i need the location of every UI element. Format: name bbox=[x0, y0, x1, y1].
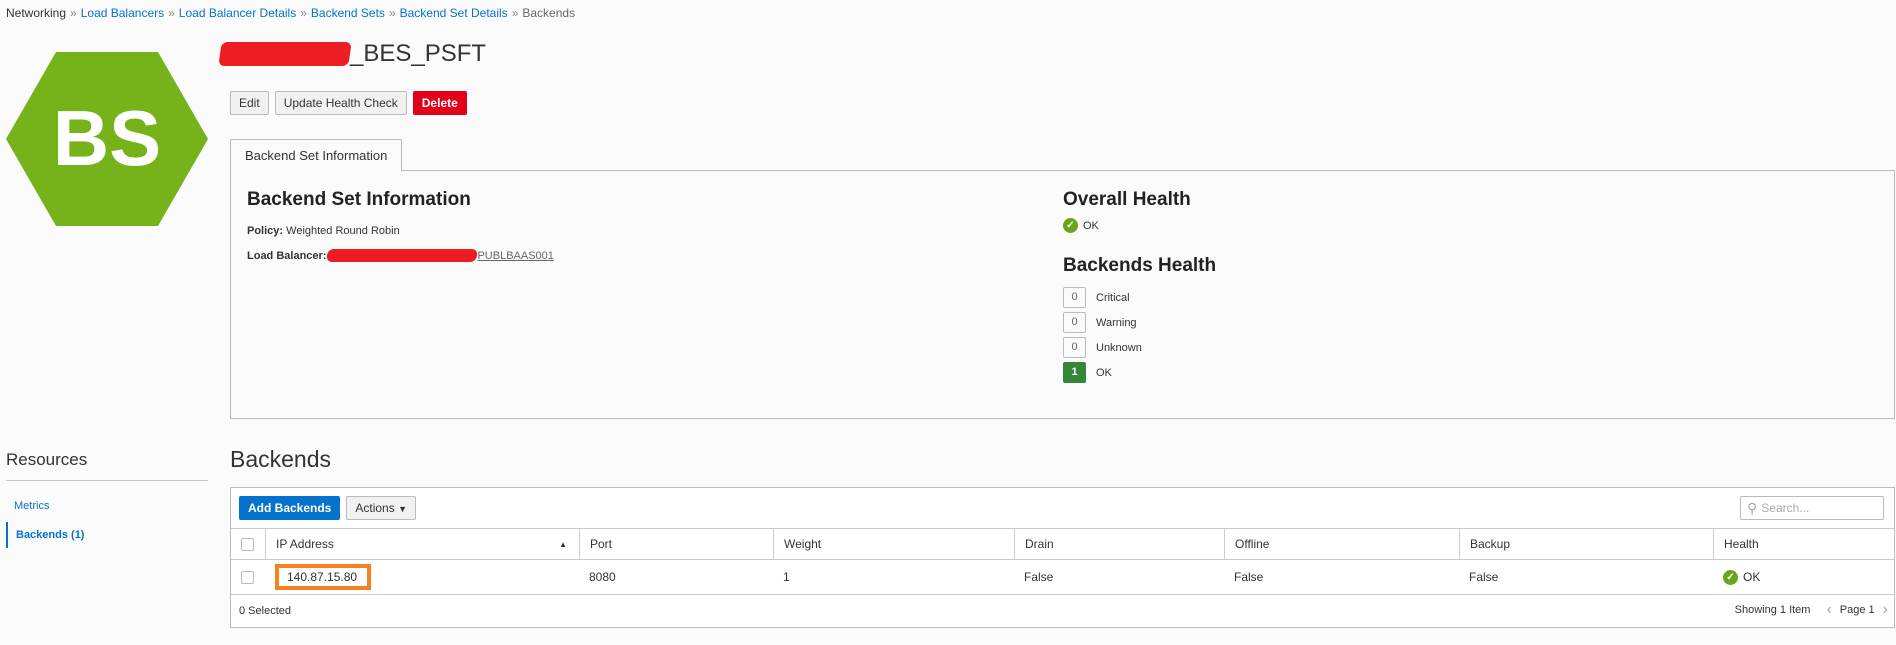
health-ok: 1 OK bbox=[1063, 360, 1142, 385]
info-heading: Backend Set Information bbox=[247, 189, 471, 210]
health-label: Unknown bbox=[1096, 341, 1142, 354]
lb-label: Load Balancer: bbox=[247, 249, 327, 262]
title-text: _BES_PSFT bbox=[350, 40, 487, 67]
separator: » bbox=[388, 6, 396, 20]
row-checkbox[interactable] bbox=[241, 570, 254, 584]
load-balancer-link[interactable]: PUBLBAAS001 bbox=[477, 250, 553, 262]
divider bbox=[6, 480, 208, 481]
caret-down-icon: ▼ bbox=[398, 504, 407, 514]
row-select-cell bbox=[231, 560, 265, 594]
sidebar-item-backends[interactable]: Backends (1) bbox=[6, 522, 84, 548]
check-circle-icon: ✓ bbox=[1063, 218, 1078, 233]
delete-button[interactable]: Delete bbox=[412, 91, 467, 115]
resources-heading: Resources bbox=[6, 450, 88, 469]
table-row: 140.87.15.80 8080 1 False False False ✓ O… bbox=[231, 560, 1894, 595]
edit-button[interactable]: Edit bbox=[230, 91, 269, 115]
count-badge: 0 bbox=[1063, 287, 1086, 308]
health-warning: 0 Warning bbox=[1063, 310, 1142, 335]
info-panel: Backend Set Information Policy: Weighted… bbox=[230, 170, 1895, 419]
policy-value: Weighted Round Robin bbox=[286, 225, 400, 237]
count-badge: 0 bbox=[1063, 312, 1086, 333]
breadcrumb-load-balancers[interactable]: Load Balancers bbox=[81, 6, 164, 20]
search-placeholder: Search... bbox=[1761, 501, 1810, 515]
breadcrumb-load-balancer-details[interactable]: Load Balancer Details bbox=[179, 6, 296, 20]
drain-cell: False bbox=[1024, 570, 1054, 584]
select-all-checkbox[interactable] bbox=[241, 537, 254, 551]
search-icon: ⚲ bbox=[1747, 499, 1758, 516]
col-backup[interactable]: Backup bbox=[1459, 529, 1713, 559]
weight-cell: 1 bbox=[783, 570, 790, 584]
health-value: OK bbox=[1743, 570, 1761, 584]
separator: » bbox=[70, 6, 77, 20]
redacted-lb bbox=[326, 249, 479, 262]
load-balancer-field: Load Balancer: PUBLBAAS001 bbox=[247, 249, 554, 262]
breadcrumb-networking: Networking bbox=[6, 6, 67, 20]
policy-label: Policy: bbox=[247, 225, 284, 237]
port-cell: 8080 bbox=[589, 570, 616, 584]
overall-health-heading: Overall Health bbox=[1063, 189, 1191, 210]
header-select-cell bbox=[231, 529, 265, 559]
logo-text: BS bbox=[53, 94, 161, 182]
policy-field: Policy: Weighted Round Robin bbox=[247, 225, 400, 237]
sidebar-item-metrics[interactable]: Metrics bbox=[6, 500, 49, 512]
health-label: OK bbox=[1096, 366, 1112, 379]
col-port[interactable]: Port bbox=[579, 529, 773, 559]
breadcrumb: Networking» Load Balancers» Load Balancer … bbox=[6, 6, 575, 20]
col-health[interactable]: Health bbox=[1713, 529, 1896, 559]
update-health-check-button[interactable]: Update Health Check bbox=[274, 91, 407, 115]
separator: » bbox=[300, 6, 307, 20]
page-indicator: Page 1 bbox=[1839, 604, 1875, 616]
health-label: Critical bbox=[1096, 291, 1130, 304]
col-drain[interactable]: Drain bbox=[1014, 529, 1224, 559]
health-label: Warning bbox=[1096, 316, 1137, 329]
backends-health-heading: Backends Health bbox=[1063, 255, 1217, 276]
breadcrumb-current: Backends bbox=[522, 6, 576, 20]
backend-set-logo: BS bbox=[6, 52, 208, 226]
backends-table: Add Backends Actions ▼ ⚲ Search... IP Add… bbox=[230, 487, 1895, 628]
separator: » bbox=[511, 6, 519, 20]
redacted-name bbox=[218, 42, 352, 66]
col-label: IP Address bbox=[276, 537, 334, 551]
health-cell: ✓ OK bbox=[1713, 560, 1896, 594]
col-weight[interactable]: Weight bbox=[773, 529, 1014, 559]
health-critical: 0 Critical bbox=[1063, 285, 1142, 310]
tab-backend-set-information[interactable]: Backend Set Information bbox=[230, 139, 403, 171]
count-badge: 1 bbox=[1063, 362, 1086, 383]
add-backends-button[interactable]: Add Backends bbox=[239, 496, 341, 520]
col-ip-address[interactable]: IP Address ▲ bbox=[265, 529, 579, 559]
selected-count: 0 Selected bbox=[239, 605, 291, 617]
backends-heading: Backends bbox=[230, 446, 332, 472]
separator: » bbox=[168, 6, 175, 20]
check-circle-icon: ✓ bbox=[1723, 569, 1738, 585]
chevron-right-icon[interactable]: › bbox=[1883, 601, 1888, 619]
table-header: IP Address ▲ Port Weight Drain Offline Ba… bbox=[231, 528, 1894, 560]
breadcrumb-backend-sets[interactable]: Backend Sets bbox=[311, 6, 385, 20]
col-offline[interactable]: Offline bbox=[1224, 529, 1459, 559]
offline-cell: False bbox=[1234, 570, 1264, 584]
actions-dropdown[interactable]: Actions ▼ bbox=[346, 496, 416, 520]
chevron-left-icon[interactable]: ‹ bbox=[1826, 601, 1831, 619]
overall-health-status: OK bbox=[1083, 219, 1099, 232]
backup-cell: False bbox=[1469, 570, 1499, 584]
count-badge: 0 bbox=[1063, 337, 1086, 358]
actions-label: Actions bbox=[355, 501, 395, 515]
ip-cell: 140.87.15.80 bbox=[265, 560, 579, 594]
sort-asc-icon: ▲ bbox=[559, 539, 567, 549]
showing-count: Showing 1 Item bbox=[1734, 604, 1811, 616]
health-unknown: 0 Unknown bbox=[1063, 335, 1142, 360]
search-input[interactable]: ⚲ Search... bbox=[1740, 496, 1884, 520]
page-title: _BES_PSFT bbox=[218, 40, 487, 68]
ip-address-value: 140.87.15.80 bbox=[275, 564, 372, 590]
breadcrumb-backend-set-details[interactable]: Backend Set Details bbox=[400, 6, 508, 20]
